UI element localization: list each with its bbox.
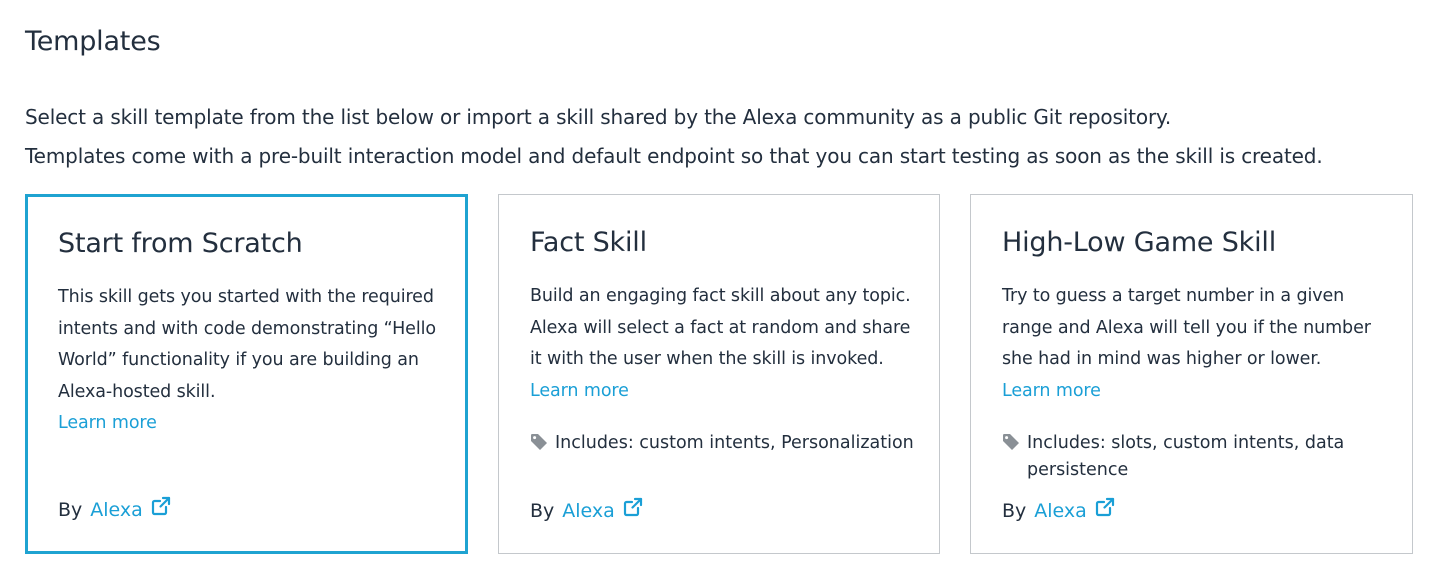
card-byline: By Alexa: [1002, 497, 1115, 524]
author-name: Alexa: [90, 499, 143, 521]
by-label: By: [530, 499, 555, 522]
author-link[interactable]: Alexa: [90, 496, 171, 523]
card-title: High-Low Game Skill: [1002, 227, 1276, 258]
card-description-text: Try to guess a target number in a given …: [1002, 286, 1371, 369]
template-card-high-low-game-skill[interactable]: High-Low Game Skill Try to guess a targe…: [970, 194, 1413, 554]
learn-more-link[interactable]: Learn more: [1002, 381, 1101, 401]
card-description: Try to guess a target number in a given …: [1002, 281, 1387, 407]
card-title: Start from Scratch: [58, 228, 303, 259]
card-byline: By Alexa: [58, 496, 171, 523]
card-description: This skill gets you started with the req…: [58, 282, 443, 440]
external-link-icon: [151, 496, 170, 516]
card-description: Build an engaging fact skill about any t…: [530, 281, 915, 407]
template-card-fact-skill[interactable]: Fact Skill Build an engaging fact skill …: [498, 194, 940, 554]
card-description-text: Build an engaging fact skill about any t…: [530, 286, 911, 369]
card-includes: Includes: custom intents, Personalizatio…: [530, 430, 915, 457]
card-description-text: This skill gets you started with the req…: [58, 287, 436, 402]
author-name: Alexa: [1034, 500, 1087, 522]
page-description-line-1: Select a skill template from the list be…: [25, 105, 1172, 129]
learn-more-link[interactable]: Learn more: [530, 381, 629, 401]
card-title: Fact Skill: [530, 227, 647, 258]
author-link[interactable]: Alexa: [1034, 497, 1115, 524]
tag-icon: [531, 434, 547, 450]
external-link-icon: [1095, 497, 1114, 517]
template-card-start-from-scratch[interactable]: Start from Scratch This skill gets you s…: [25, 194, 468, 554]
includes-text: Includes: slots, custom intents, data pe…: [1027, 433, 1345, 480]
card-includes: Includes: slots, custom intents, data pe…: [1002, 430, 1387, 484]
page-description-line-2: Templates come with a pre-built interact…: [25, 144, 1323, 168]
author-name: Alexa: [562, 500, 615, 522]
by-label: By: [58, 498, 83, 521]
author-link[interactable]: Alexa: [562, 497, 643, 524]
card-byline: By Alexa: [530, 497, 643, 524]
by-label: By: [1002, 499, 1027, 522]
tag-icon: [1003, 434, 1019, 450]
external-link-icon: [623, 497, 642, 517]
includes-text: Includes: custom intents, Personalizatio…: [555, 433, 914, 453]
learn-more-link[interactable]: Learn more: [58, 413, 157, 433]
page-title: Templates: [25, 26, 161, 57]
